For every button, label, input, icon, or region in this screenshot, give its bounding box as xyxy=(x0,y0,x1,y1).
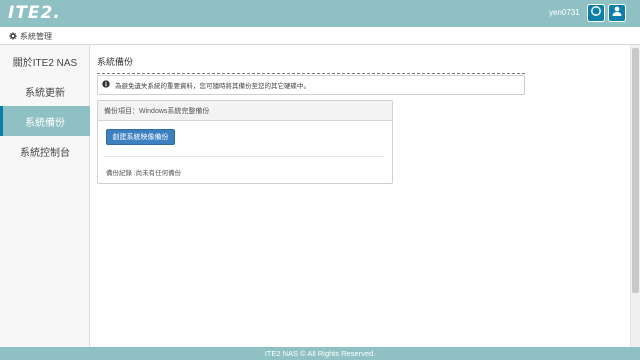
top-bar: ITE2. yen0731 xyxy=(0,0,640,27)
sidebar-item-about[interactable]: 關於ITE2 NAS xyxy=(0,46,90,76)
gear-icon xyxy=(9,31,17,42)
sidebar-item-label: 系統控制台 xyxy=(20,147,70,159)
username-label: yen0731 xyxy=(549,8,580,17)
backup-record-text: 備份紀錄 :尚未有任何備份 xyxy=(106,170,182,177)
panel-divider xyxy=(104,156,384,157)
user-button[interactable] xyxy=(608,4,626,22)
page-title: 系統備份 xyxy=(97,55,525,74)
notice-text: 為避免遺失系統的重要資料，您可隨時將其備份至您的其它硬碟中。 xyxy=(115,83,310,90)
refresh-icon xyxy=(590,4,602,22)
footer: ITE2 NAS © All Rights Reserved. xyxy=(0,347,640,360)
info-icon xyxy=(102,80,110,90)
sidebar-item-update[interactable]: 系統更新 xyxy=(0,76,90,106)
sidebar-item-console[interactable]: 系統控制台 xyxy=(0,136,90,166)
refresh-button[interactable] xyxy=(587,4,605,22)
breadcrumb-bar: 系統管理 xyxy=(0,27,640,45)
footer-text: ITE2 NAS © All Rights Reserved. xyxy=(264,349,376,358)
create-system-image-button[interactable]: 創建系統映像備份 xyxy=(106,129,175,145)
panel-header: 備份項目：Windows系統完整備份 xyxy=(98,101,392,121)
sidebar-item-backup[interactable]: 系統備份 xyxy=(0,106,90,136)
breadcrumb-label[interactable]: 系統管理 xyxy=(20,31,52,42)
sidebar-item-label: 系統更新 xyxy=(25,87,65,99)
user-icon xyxy=(611,4,623,22)
scrollbar-thumb[interactable] xyxy=(632,48,639,293)
info-notice: 為避免遺失系統的重要資料，您可隨時將其備份至您的其它硬碟中。 xyxy=(97,75,525,95)
sidebar-item-label: 關於ITE2 NAS xyxy=(12,57,78,69)
page-scrollbar[interactable] xyxy=(630,45,640,347)
sidebar-item-label: 系統備份 xyxy=(25,117,65,129)
sidebar: 關於ITE2 NAS 系統更新 系統備份 系統控制台 xyxy=(0,45,90,347)
breadcrumb: 系統管理 xyxy=(9,31,52,42)
backup-panel: 備份項目：Windows系統完整備份 創建系統映像備份 備份紀錄 :尚未有任何備… xyxy=(97,100,393,184)
app-logo[interactable]: ITE2. xyxy=(8,3,61,23)
